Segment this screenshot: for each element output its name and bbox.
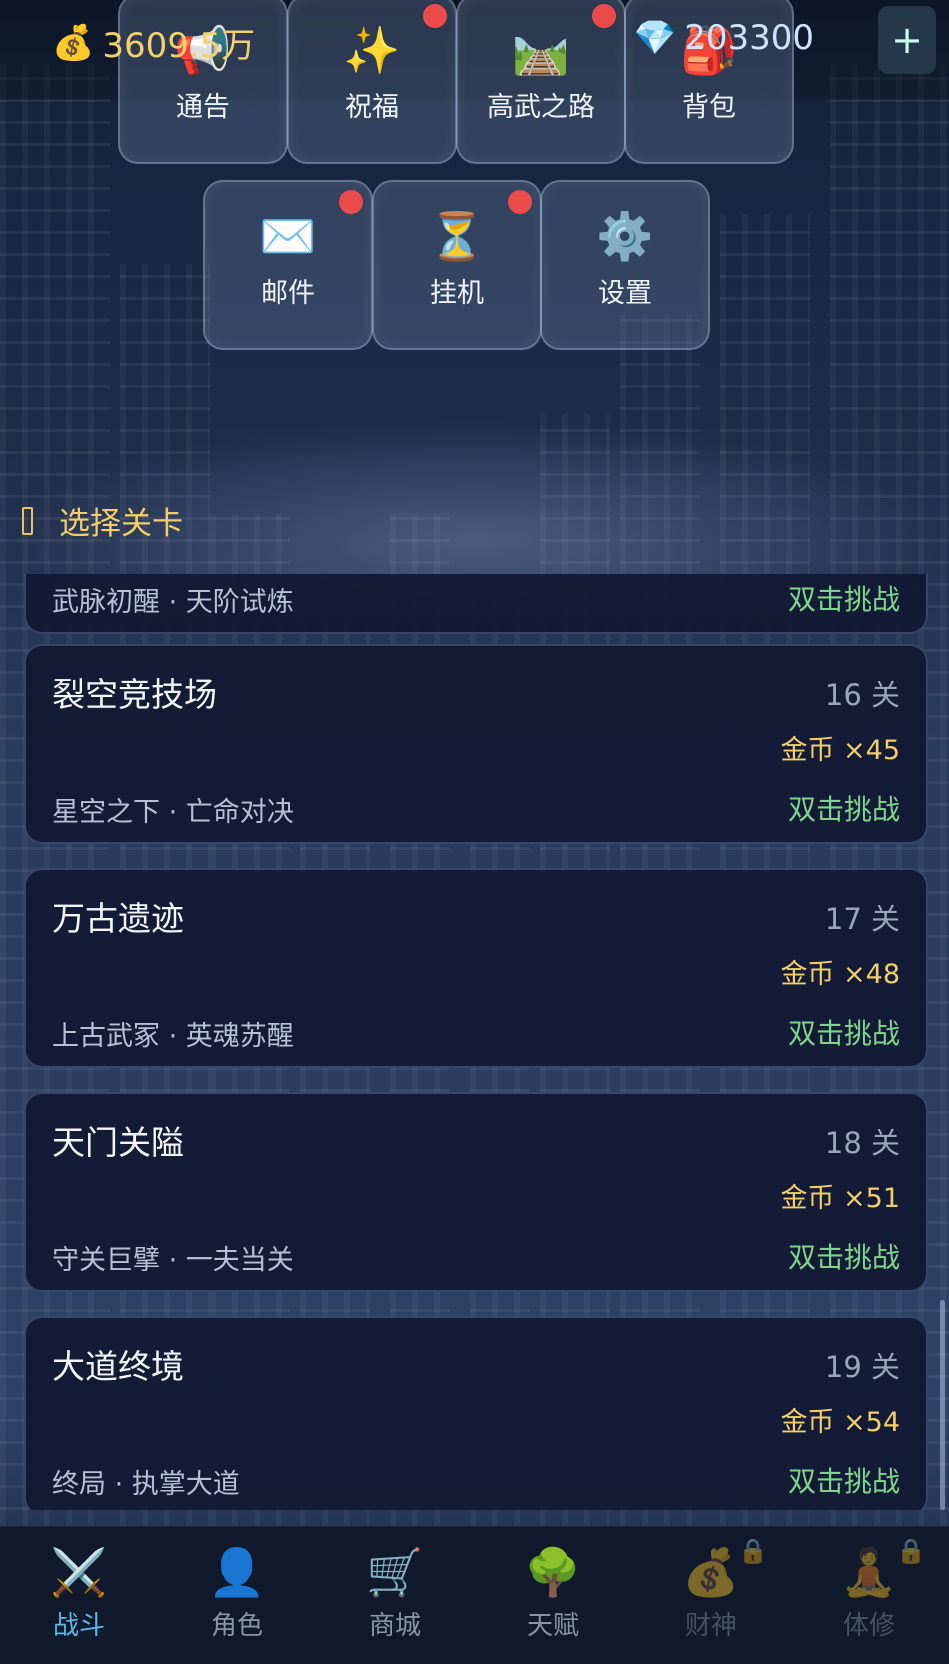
level-name: 天门关隘 bbox=[52, 1123, 184, 1162]
crossed-swords-icon: ⚔️ bbox=[50, 1545, 108, 1599]
level-card[interactable]: 裂空竞技场 16 关金币 ×45 星空之下 · 亡命对决 双击挑战 bbox=[24, 644, 928, 844]
nav-tab-label: 商城 bbox=[368, 1611, 421, 1641]
lock-icon: 🔒 bbox=[738, 1537, 768, 1565]
level-subtitle: 星空之下 · 亡命对决 bbox=[52, 797, 294, 828]
level-card[interactable]: 万古遗迹 17 关金币 ×48 上古武冢 · 英魂苏醒 双击挑战 bbox=[24, 868, 928, 1068]
level-reward: 金币 ×54 bbox=[780, 1407, 900, 1438]
level-list-scrollbar[interactable] bbox=[940, 1300, 945, 1510]
gold-amount: 3609.5万 bbox=[102, 26, 256, 66]
section-title: 选择关卡 bbox=[59, 506, 183, 542]
gem-amount: 203300 bbox=[684, 18, 814, 58]
level-card[interactable]: 武脉初醒 · 天阶试炼 双击挑战 bbox=[24, 574, 928, 634]
notification-dot bbox=[423, 4, 447, 28]
section-header: 选择关卡 bbox=[22, 498, 183, 543]
challenge-hint[interactable]: 双击挑战 bbox=[788, 788, 900, 828]
nav-tab-5[interactable]: 💰 财神 🔒 bbox=[632, 1527, 790, 1664]
notification-dot bbox=[508, 190, 532, 214]
menu-button-label: 祝福 bbox=[345, 92, 399, 123]
hourglass-icon: ⏳ bbox=[428, 209, 486, 263]
notification-dot bbox=[339, 190, 363, 214]
menu-button-3[interactable]: 🛤️ 高武之路 bbox=[456, 0, 626, 164]
gold-counter: 💰 3609.5万 bbox=[52, 18, 255, 67]
nav-tab-label: 体修 bbox=[842, 1611, 895, 1641]
shopping-cart-icon: 🛒 bbox=[366, 1545, 424, 1599]
menu-button-5[interactable]: ✉️ 邮件 bbox=[203, 180, 373, 350]
person-icon: 👤 bbox=[208, 1545, 266, 1599]
menu-button-label: 高武之路 bbox=[487, 92, 595, 123]
level-name: 裂空竞技场 bbox=[52, 675, 217, 714]
sparkles-icon: ✨ bbox=[343, 23, 401, 77]
level-reward: 金币 ×48 bbox=[780, 959, 900, 990]
level-list[interactable]: 武脉初醒 · 天阶试炼 双击挑战 裂空竞技场 16 关金币 ×45 星空之下 · 亡命对… bbox=[22, 574, 930, 1510]
menu-button-7[interactable]: ⚙️ 设置 bbox=[540, 180, 710, 350]
menu-button-label: 设置 bbox=[598, 278, 652, 309]
money-bag-icon: 💰 bbox=[52, 22, 95, 63]
nav-tab-4[interactable]: 🌳 天赋 bbox=[474, 1527, 632, 1664]
mail-icon: ✉️ bbox=[259, 209, 317, 263]
level-number: 18 关 bbox=[824, 1126, 900, 1160]
meditation-icon: 🧘 bbox=[840, 1545, 898, 1599]
gear-icon: ⚙️ bbox=[596, 209, 654, 263]
menu-button-6[interactable]: ⏳ 挂机 bbox=[372, 180, 542, 350]
level-subtitle: 终局 · 执掌大道 bbox=[52, 1469, 240, 1500]
menu-button-2[interactable]: ✨ 祝福 bbox=[287, 0, 457, 164]
level-card[interactable]: 天门关隘 18 关金币 ×51 守关巨擘 · 一夫当关 双击挑战 bbox=[24, 1092, 928, 1292]
level-reward: 金币 ×45 bbox=[780, 735, 900, 766]
challenge-hint[interactable]: 双击挑战 bbox=[788, 1236, 900, 1276]
level-subtitle: 守关巨擘 · 一夫当关 bbox=[52, 1245, 294, 1276]
menu-button-label: 通告 bbox=[176, 92, 230, 123]
challenge-hint[interactable]: 双击挑战 bbox=[788, 578, 900, 618]
challenge-hint[interactable]: 双击挑战 bbox=[788, 1460, 900, 1500]
lock-icon: 🔒 bbox=[896, 1537, 926, 1565]
bottom-nav: ⚔️ 战斗 👤 角色 🛒 商城 🌳 天赋 💰 财神 🔒 🧘 体修 🔒 bbox=[0, 1526, 949, 1664]
section-marker bbox=[22, 506, 33, 535]
level-name: 大道终境 bbox=[52, 1347, 184, 1386]
nav-tab-3[interactable]: 🛒 商城 bbox=[316, 1527, 474, 1664]
level-number: 16 关 bbox=[824, 678, 900, 712]
nav-tab-label: 天赋 bbox=[526, 1611, 579, 1641]
nav-tab-6[interactable]: 🧘 体修 🔒 bbox=[790, 1527, 948, 1664]
money-bag-icon: 💰 bbox=[682, 1545, 740, 1599]
level-card[interactable]: 大道终境 19 关金币 ×54 终局 · 执掌大道 双击挑战 bbox=[24, 1316, 928, 1510]
nav-tab-label: 角色 bbox=[210, 1611, 263, 1641]
nav-tab-label: 战斗 bbox=[52, 1611, 105, 1641]
tree-icon: 🌳 bbox=[524, 1545, 582, 1599]
level-subtitle: 武脉初醒 · 天阶试炼 bbox=[52, 587, 294, 618]
notification-dot bbox=[592, 4, 616, 28]
nav-tab-2[interactable]: 👤 角色 bbox=[158, 1527, 316, 1664]
road-icon: 🛤️ bbox=[512, 23, 570, 77]
level-number: 17 关 bbox=[824, 902, 900, 936]
menu-button-label: 背包 bbox=[682, 92, 736, 123]
challenge-hint[interactable]: 双击挑战 bbox=[788, 1012, 900, 1052]
menu-button-label: 邮件 bbox=[261, 278, 315, 309]
gem-counter: 💎 203300 bbox=[634, 18, 814, 58]
nav-tab-label: 财神 bbox=[684, 1611, 737, 1641]
add-gems-button[interactable]: + bbox=[878, 6, 936, 74]
level-name: 万古遗迹 bbox=[52, 899, 184, 938]
diamond-icon: 💎 bbox=[633, 18, 677, 58]
menu-button-label: 挂机 bbox=[430, 278, 484, 309]
nav-tab-1[interactable]: ⚔️ 战斗 bbox=[0, 1527, 158, 1664]
level-reward: 金币 ×51 bbox=[780, 1183, 900, 1214]
level-subtitle: 上古武冢 · 英魂苏醒 bbox=[52, 1021, 294, 1052]
level-number: 19 关 bbox=[824, 1350, 900, 1384]
